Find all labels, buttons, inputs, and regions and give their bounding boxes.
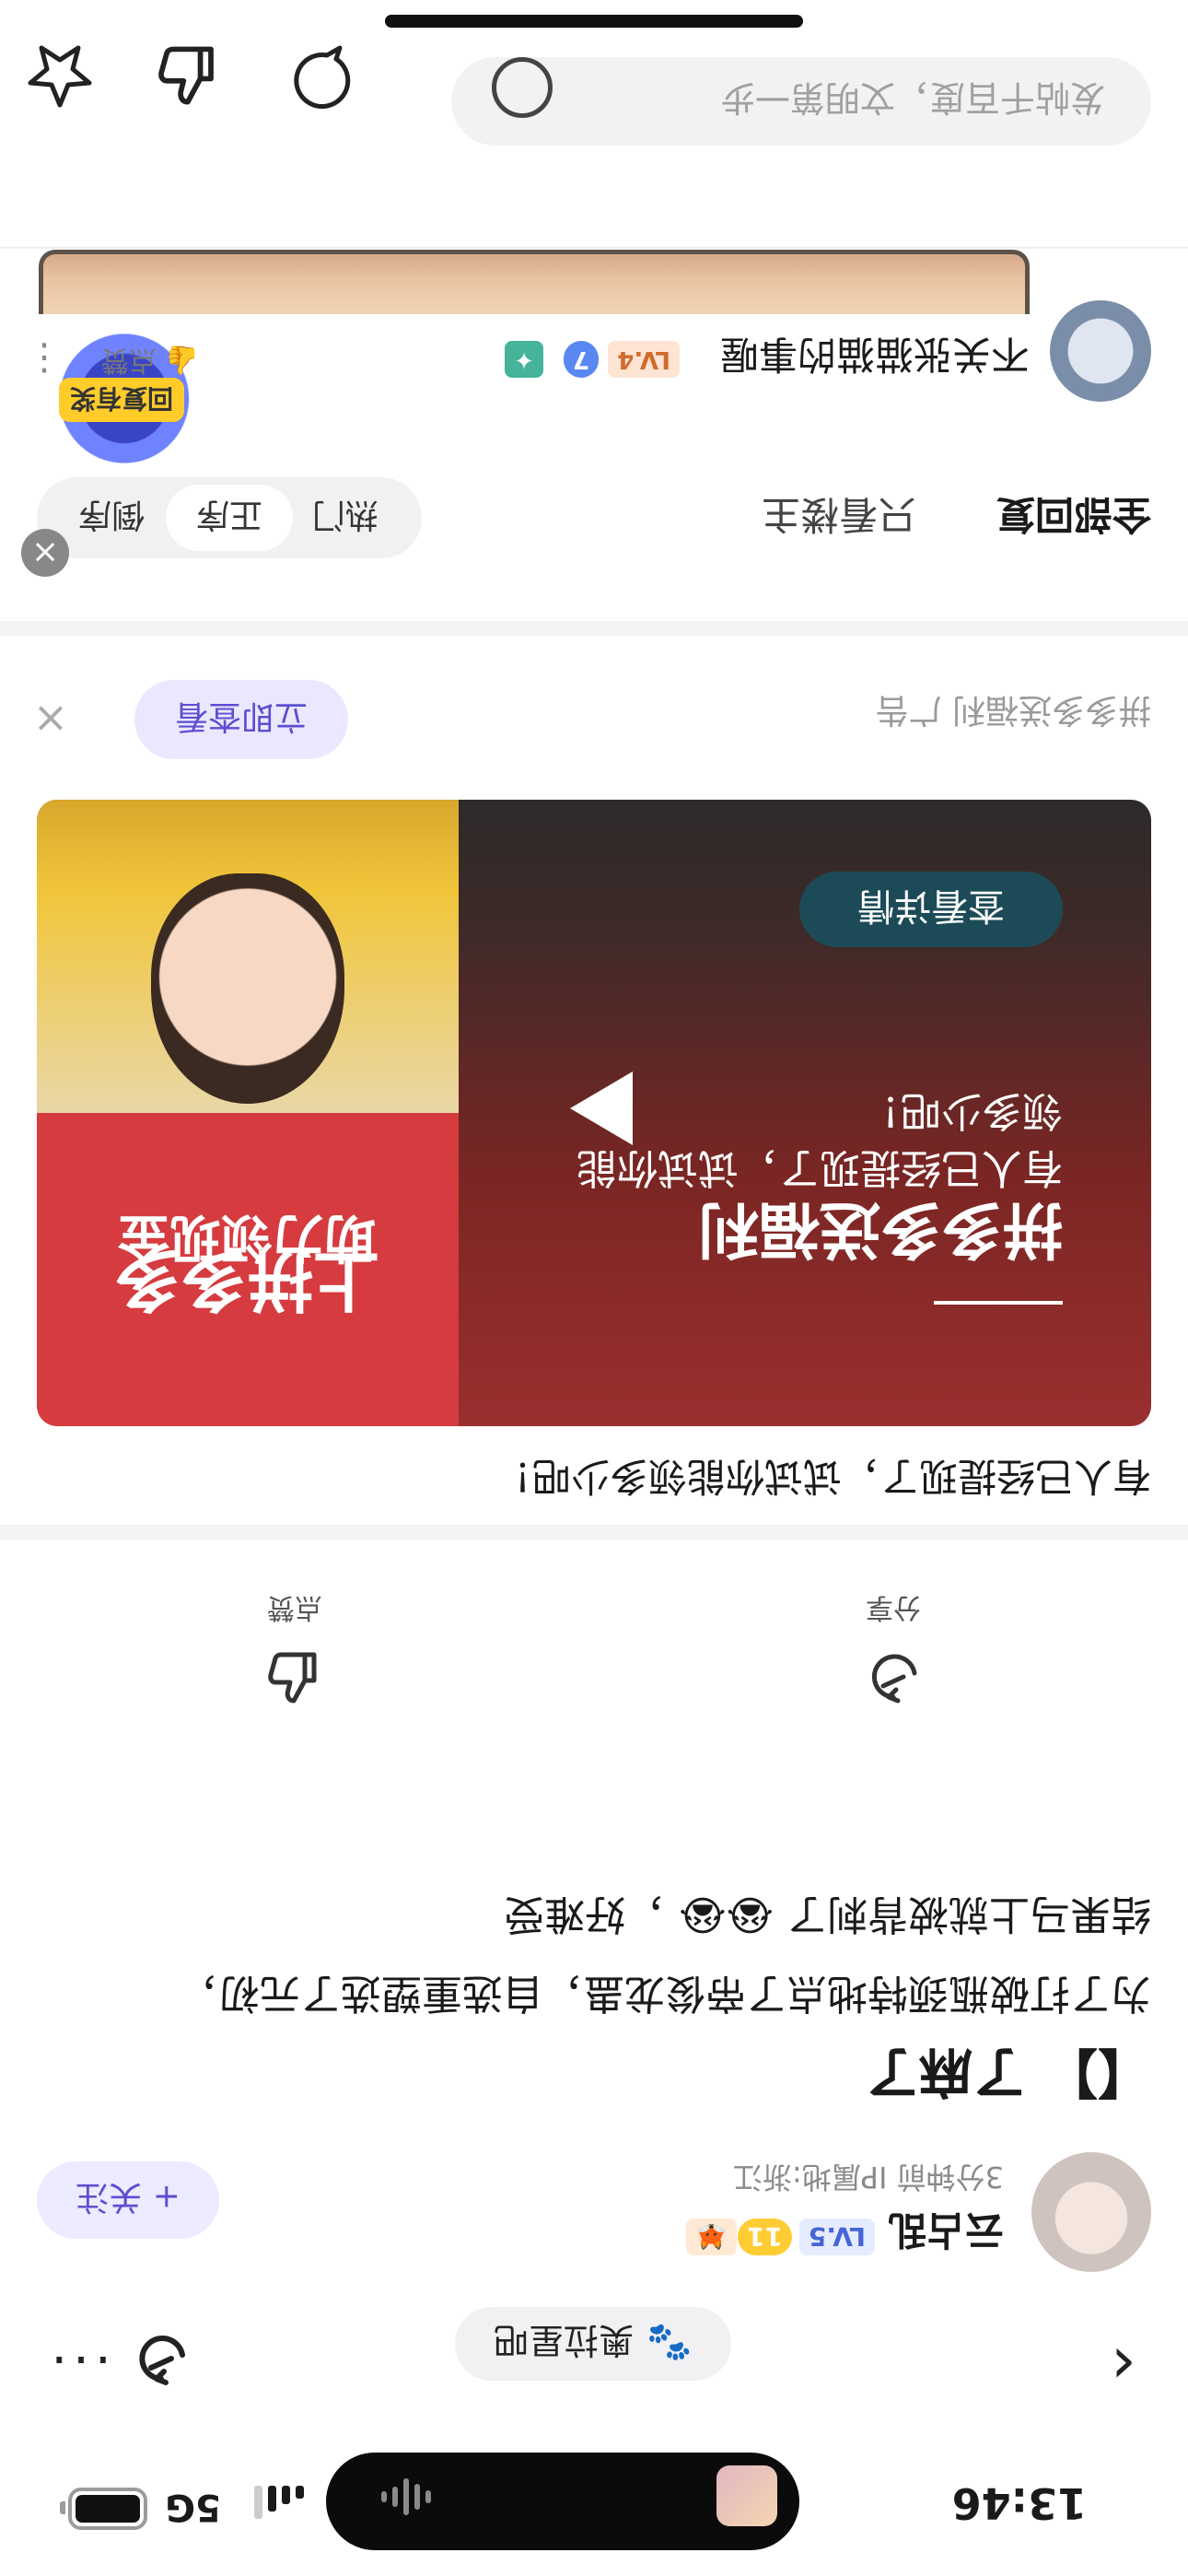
sort-hot[interactable]: 热门	[282, 485, 409, 551]
reply-bar: 发帖千百度，文明第一步	[0, 0, 1188, 249]
ad-view-button[interactable]: 立即查看	[134, 680, 348, 759]
tab-all-replies[interactable]: 全部回复	[996, 489, 1151, 545]
sort-ascending[interactable]: 正序	[166, 485, 293, 551]
comment-more-icon[interactable]: ⋮	[26, 337, 63, 380]
home-indicator	[385, 15, 803, 28]
author-name[interactable]: 云占乱	[888, 2205, 1004, 2261]
section-divider	[0, 1525, 1188, 1540]
tab-owner-only[interactable]: 只看楼主	[762, 489, 916, 545]
play-icon[interactable]	[570, 1071, 633, 1145]
post-body-text: 结果马上就被背刺了	[786, 1891, 1151, 1938]
battery-icon	[60, 2488, 147, 2530]
post-body-line: 结果马上就被背刺了 😭😭 ，好难受	[37, 1874, 1151, 1953]
commenter-vip-icon: ✦	[505, 341, 543, 378]
share-icon	[801, 1636, 985, 1719]
post-body: 为了打破瓶颈特地点了帝俊龙蛊，自选重塑选了元初， 结果马上就被背刺了 😭😭 ，好…	[37, 1874, 1151, 2032]
reply-input[interactable]: 发帖千百度，文明第一步	[451, 57, 1151, 146]
forum-tag[interactable]: 🐾 奥拉星吧	[455, 2307, 731, 2381]
author-level-badge: LV.5	[798, 2219, 875, 2255]
status-bar: 13:46 5G	[0, 2447, 1188, 2576]
commenter-name[interactable]: 不关张猫猫的事喔	[720, 329, 1030, 385]
author-pet-icon: 🦊	[686, 2219, 737, 2255]
ad-video-right-panel: 上拼多多 助力领现金	[37, 800, 459, 1426]
ad-headline-sub: 助力领现金	[118, 1207, 376, 1267]
crying-emoji-icon: 😭😭	[679, 1891, 774, 1938]
thumbs-up-icon[interactable]	[152, 39, 226, 112]
author-rank-badge: 11	[738, 2219, 792, 2255]
thumbs-up-icon	[203, 1636, 387, 1719]
comment-like[interactable]: 👍 点赞	[101, 343, 221, 383]
commenter-level-badge: LV.4	[608, 341, 680, 378]
commenter-rank-badge: 7	[563, 341, 599, 378]
page: 13:46 5G ‹ 🐾 奥拉星吧 ··· 云占乱 LV.5 11 🦊 3分钟前	[0, 0, 1188, 2576]
commenter-avatar[interactable]	[1050, 300, 1151, 402]
post-title: 【】 了麻了	[865, 2041, 1151, 2103]
section-divider	[0, 621, 1188, 636]
emoji-icon[interactable]	[492, 57, 553, 118]
sort-descending[interactable]: 倒序	[48, 485, 175, 551]
close-icon[interactable]: ×	[21, 529, 69, 577]
share-label: 分享	[866, 1591, 921, 1623]
red-packet-label: 回复有奖	[58, 378, 184, 422]
ad-brand-label: 拼多多送福利 广告	[875, 691, 1151, 729]
ad-headline: 有人已经提现了，试试你能领多少吧！	[493, 1454, 1151, 1499]
close-icon[interactable]: ×	[28, 695, 74, 744]
author-avatar[interactable]	[1031, 2152, 1151, 2272]
more-options-icon[interactable]: ···	[37, 2318, 120, 2401]
ad-footer: 拼多多送福利 广告 立即查看 ×	[0, 669, 1188, 770]
ad-video[interactable]: 拼多多送福利 有人已经提现了，试试你能领多少吧！ 查看详情 上拼多多 助力领现金	[37, 800, 1151, 1426]
back-icon[interactable]: ‹	[1096, 2328, 1151, 2404]
share-icon[interactable]	[120, 2318, 203, 2401]
dynamic-island[interactable]	[326, 2453, 799, 2550]
like-label: 点赞	[267, 1591, 322, 1623]
ad-video-title: 拼多多送福利	[698, 1194, 1063, 1265]
clock: 13:46	[951, 2478, 1087, 2528]
comment-tabs: 全部回复 只看楼主 热门 正序 倒序	[0, 466, 1188, 577]
share-action[interactable]: 分享	[801, 1590, 985, 1719]
post-actions: 点赞 分享	[0, 1535, 1188, 1719]
comment-like-label: 点赞	[101, 344, 157, 376]
follow-button[interactable]: + 关注	[37, 2161, 219, 2239]
post-body-line: 为了打破瓶颈特地点了帝俊龙蛊，自选重塑选了元初，	[179, 1970, 1151, 2017]
forum-avatar-icon: 🐾	[646, 2322, 693, 2365]
like-action[interactable]: 点赞	[203, 1590, 387, 1719]
audio-wave-icon	[379, 2478, 431, 2515]
ad-person-image	[151, 873, 344, 1104]
sort-segment: 热门 正序 倒序	[37, 477, 422, 558]
comment-image[interactable]	[39, 250, 1030, 314]
ad-title-underline	[934, 1301, 1063, 1305]
post-body-text: ，好难受	[504, 1891, 667, 1938]
post-header-bar: ‹ 🐾 奥拉星吧 ···	[0, 2281, 1188, 2447]
star-icon[interactable]	[23, 39, 97, 112]
ad-video-left-panel: 拼多多送福利 有人已经提现了，试试你能领多少吧！ 查看详情	[459, 800, 1151, 1426]
album-art	[716, 2465, 777, 2526]
signal-icon	[254, 2486, 304, 2519]
post-author: 云占乱 LV.5 11 🦊 3分钟前 IP属地:浙江 + 关注	[0, 2134, 1188, 2281]
forum-tag-label: 奥拉星吧	[494, 2320, 635, 2361]
ad-details-button[interactable]: 查看详情	[799, 872, 1063, 947]
comment-icon[interactable]	[281, 39, 355, 112]
network-type: 5G	[165, 2486, 221, 2528]
post-meta: 3分钟前 IP属地:浙江	[732, 2160, 1004, 2195]
